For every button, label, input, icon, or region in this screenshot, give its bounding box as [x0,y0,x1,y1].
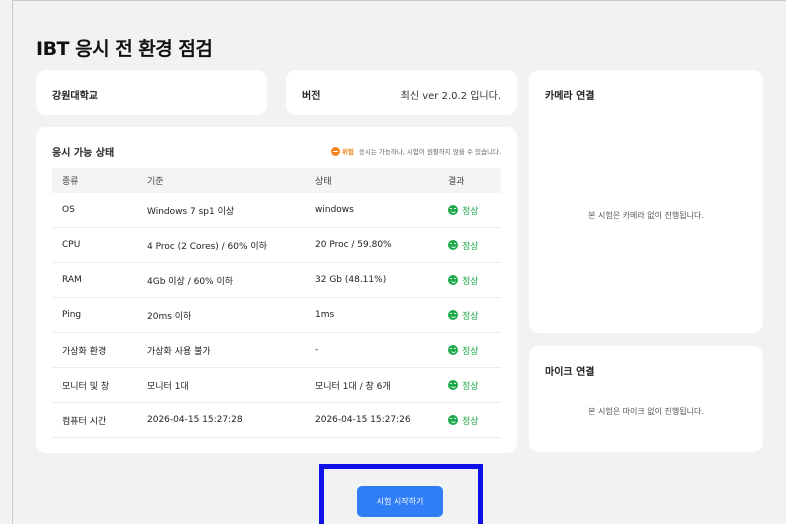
cell-state: - [305,332,438,368]
result-text: 정상 [462,276,479,287]
result-text: 정상 [462,346,479,357]
school-name: 강원대학교 [52,91,98,102]
table-row: CPU 4 Proc (2 Cores) / 60% 이하 20 Proc / … [52,227,501,263]
table-row: 모니터 및 창 모니터 1대 모니터 1대 / 창 6개 정상 [52,367,501,403]
cell-criteria: 4 Proc (2 Cores) / 60% 이하 [137,227,305,263]
result-text: 정상 [462,311,479,322]
warning-icon [330,146,340,156]
smile-icon [448,205,458,215]
table-row: RAM 4Gb 이상 / 60% 이하 32 Gb (48.11%) 정상 [52,262,501,298]
camera-title: 카메라 연결 [545,91,595,102]
status-title: 응시 가능 상태 [52,148,115,159]
start-exam-button[interactable]: 시험 시작하기 [357,486,443,517]
cell-criteria: 2026-04-15 15:27:28 [137,402,305,438]
cell-type: RAM [52,262,137,298]
cell-result: 정상 [438,367,501,403]
table-row: OS Windows 7 sp1 이상 windows 정상 [52,193,501,228]
column-header-criteria: 기준 [137,168,305,193]
smile-icon [448,345,458,355]
smile-icon [448,380,458,390]
smile-icon [448,275,458,285]
cell-state: 32 Gb (48.11%) [305,262,438,298]
version-label: 버전 [302,91,321,102]
status-table: 종류 기준 상태 결과 OS Windows 7 sp1 이상 windows … [52,168,501,438]
column-header-result: 결과 [438,168,501,193]
camera-card: 카메라 연결 본 시험은 카메라 없이 진행됩니다. [529,70,763,333]
version-value: 최신 ver 2.0.2 입니다. [400,91,501,102]
cell-criteria: 모니터 1대 [137,367,305,403]
smile-icon [448,240,458,250]
camera-message: 본 시험은 카메라 없이 진행됩니다. [588,211,704,220]
cell-type: OS [52,193,137,228]
table-row: 컴퓨터 시간 2026-04-15 15:27:28 2026-04-15 15… [52,402,501,438]
mic-message: 본 시험은 마이크 없이 진행됩니다. [588,407,704,416]
cell-result: 정상 [438,297,501,333]
table-row: Ping 20ms 이하 1ms 정상 [52,297,501,333]
table-row: 가상화 환경 가상화 사용 불가 - 정상 [52,332,501,368]
cell-state: windows [305,193,438,228]
cell-criteria: 20ms 이하 [137,297,305,333]
cell-result: 정상 [438,227,501,263]
smile-icon [448,310,458,320]
page-title: IBT 응시 전 환경 점검 [36,38,213,60]
cell-result: 정상 [438,193,501,228]
status-card: 응시 가능 상태 위험 응시는 가능하나, 시험이 원활하지 않을 수 있습니다… [36,127,517,453]
mic-card: 마이크 연결 본 시험은 마이크 없이 진행됩니다. [529,346,763,452]
table-header-row: 종류 기준 상태 결과 [52,168,501,193]
result-text: 정상 [462,206,479,217]
cell-state: 1ms [305,297,438,333]
cell-state: 2026-04-15 15:27:26 [305,402,438,438]
cell-result: 정상 [438,402,501,438]
cell-criteria: 가상화 사용 불가 [137,332,305,368]
cell-type: 가상화 환경 [52,332,137,368]
column-header-state: 상태 [305,168,438,193]
status-legend: 위험 응시는 가능하나, 시험이 원활하지 않을 수 있습니다. [330,146,501,156]
cell-criteria: 4Gb 이상 / 60% 이하 [137,262,305,298]
cell-result: 정상 [438,262,501,298]
school-card: 강원대학교 [36,70,267,115]
cell-type: Ping [52,297,137,333]
column-header-type: 종류 [52,168,137,193]
result-text: 정상 [462,241,479,252]
version-card: 버전 최신 ver 2.0.2 입니다. [286,70,517,115]
legend-text: 응시는 가능하나, 시험이 원활하지 않을 수 있습니다. [358,148,501,156]
cell-type: 모니터 및 창 [52,367,137,403]
cell-type: CPU [52,227,137,263]
smile-icon [448,415,458,425]
mic-title: 마이크 연결 [545,367,595,378]
cell-state: 모니터 1대 / 창 6개 [305,367,438,403]
result-text: 정상 [462,416,479,427]
legend-warning-word: 위험 [341,148,354,156]
result-text: 정상 [462,381,479,392]
cell-criteria: Windows 7 sp1 이상 [137,193,305,228]
cell-result: 정상 [438,332,501,368]
cell-type: 컴퓨터 시간 [52,402,137,438]
cell-state: 20 Proc / 59.80% [305,227,438,263]
